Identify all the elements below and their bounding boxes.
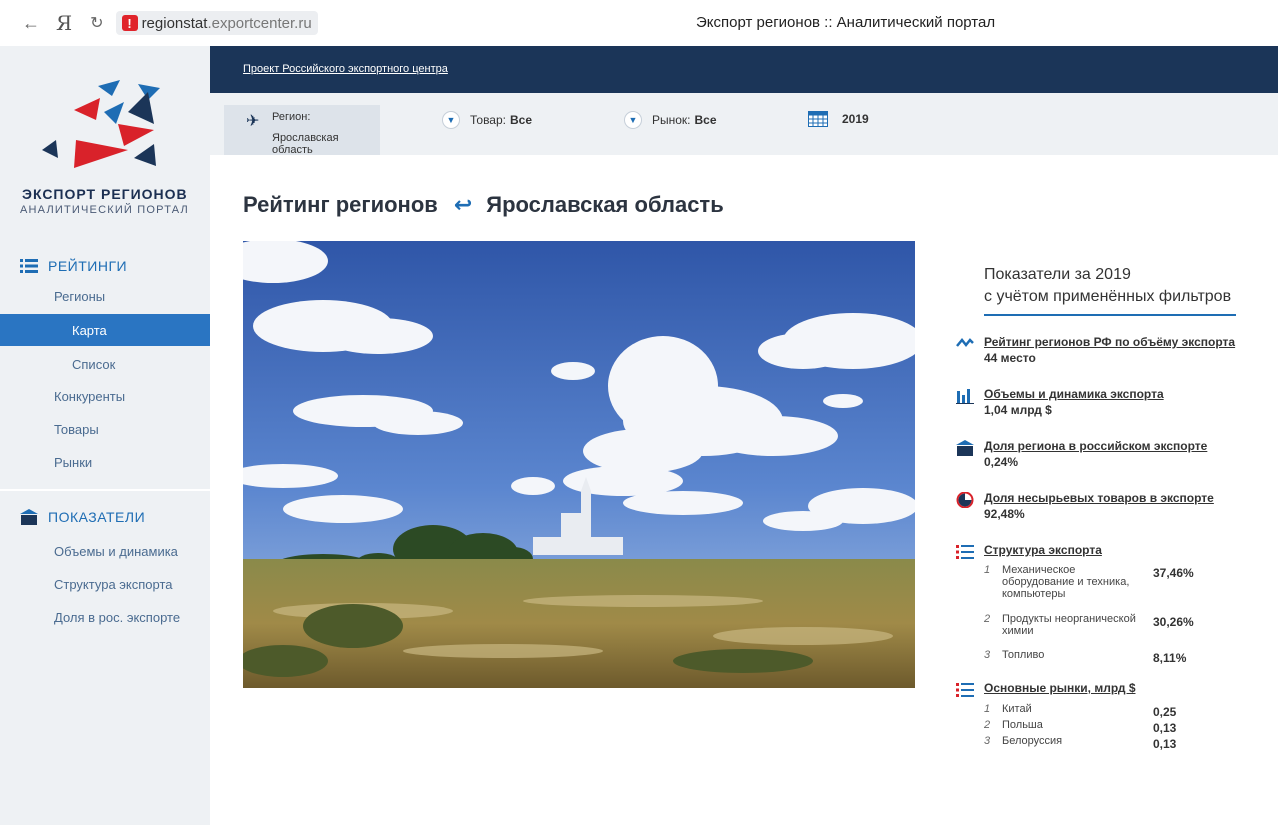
product-filter[interactable]: ▼ Товар: Все (442, 111, 532, 129)
list-item-number: 1 (984, 703, 991, 715)
indicator-share: Доля региона в российском экспорте 0,24% (956, 439, 1274, 469)
nonraw-value: 92,48% (984, 507, 1025, 521)
nonraw-link[interactable]: Доля несырьевых товаров в экспорте (984, 491, 1274, 505)
market-value: Все (694, 113, 717, 127)
sidebar-divider (0, 489, 210, 491)
volume-link[interactable]: Объемы и динамика экспорта (984, 387, 1274, 401)
region-photo (243, 241, 915, 688)
sidebar-item-markets[interactable]: Рынки (0, 446, 210, 478)
year-filter[interactable]: 2019 (808, 111, 869, 127)
bar-chart-icon (956, 389, 974, 404)
return-arrow-icon[interactable]: ↩ (454, 192, 472, 218)
list-icon (956, 545, 974, 559)
sidebar-item-products[interactable]: Товары (0, 413, 210, 445)
indicator-volume: Объемы и динамика экспорта 1,04 млрд $ (956, 387, 1274, 417)
list-icon (20, 259, 38, 273)
list-item-value: 0,25 (1153, 705, 1177, 719)
chevron-down-icon: ▼ (624, 111, 642, 129)
pie-chart-icon (956, 492, 974, 508)
list-item-name: Польша (1002, 719, 1043, 731)
list-item-number: 2 (984, 613, 991, 625)
volume-value: 1,04 млрд $ (984, 403, 1052, 417)
rating-value: 44 место (984, 351, 1036, 365)
list-item-name: Продукты неорганической химии (1002, 613, 1136, 637)
indicator-nonraw: Доля несырьевых товаров в экспорте 92,48… (956, 491, 1274, 521)
list-item-number: 3 (984, 735, 991, 747)
list-item-name: Китай (1002, 703, 1032, 715)
indicators-section-header[interactable]: ПОКАЗАТЕЛИ (20, 509, 145, 525)
url-rest: .exportcenter.ru (207, 14, 312, 32)
region-value: Ярославская область (272, 132, 339, 156)
share-value: 0,24% (984, 455, 1019, 469)
portal-logo[interactable] (28, 66, 188, 181)
sidebar-item-volumes[interactable]: Объемы и динамика (0, 535, 210, 567)
indicator-structure: Структура экспорта (956, 543, 1274, 559)
warning-icon: ! (121, 15, 138, 31)
list-item-name: Механическое оборудование и техника, ком… (1002, 564, 1130, 600)
list-item-value: 0,13 (1153, 737, 1177, 751)
product-value: Все (510, 113, 533, 127)
list-item-number: 1 (984, 564, 991, 576)
indicator-rating: Рейтинг регионов РФ по объёму экспорта 4… (956, 335, 1274, 365)
brand-subtitle: АНАЛИТИЧЕСКИЙ ПОРТАЛ (20, 204, 189, 216)
sidebar-item-list[interactable]: Список (0, 348, 210, 380)
chart-bar-house-icon (20, 509, 38, 525)
url-host: regionstat (141, 14, 208, 32)
list-item-value: 8,11% (1153, 651, 1187, 665)
sidebar-item-competitors[interactable]: Конкуренты (0, 380, 210, 412)
project-topbar: Проект Российского экспортного центра (210, 46, 1278, 93)
filter-bar: ✈ Регион: Ярославская область ▼ Товар: В… (210, 93, 1278, 156)
region-filter[interactable]: ✈ Регион: Ярославская область (224, 105, 380, 156)
markets-link[interactable]: Основные рынки, млрд $ (984, 681, 1274, 695)
browser-bar: ← Я ↻ ! regionstat .exportcenter.ru (0, 0, 1278, 46)
indicators-title-line2: с учётом применённых фильтров (984, 288, 1232, 305)
sidebar-item-map[interactable]: Карта (0, 314, 210, 346)
project-link[interactable]: Проект Российского экспортного центра (243, 63, 448, 75)
market-label: Рынок: (652, 113, 691, 127)
product-label: Товар: (470, 113, 506, 127)
ratings-header-label: РЕЙТИНГИ (48, 258, 128, 274)
yandex-logo[interactable]: Я (56, 11, 72, 35)
plane-icon: ✈ (246, 113, 260, 130)
ratings-section-header[interactable]: РЕЙТИНГИ (20, 258, 127, 274)
indicators-title: Показатели за 2019 с учётом применённых … (984, 264, 1231, 308)
trend-line-icon (956, 338, 974, 348)
structure-link[interactable]: Структура экспорта (984, 543, 1274, 557)
sidebar-item-regions[interactable]: Регионы (0, 280, 210, 312)
heading-region: Ярославская область (486, 192, 724, 217)
list-item-value: 30,26% (1153, 615, 1194, 629)
sidebar-item-structure[interactable]: Структура экспорта (0, 568, 210, 600)
list-item-name: Топливо (1002, 649, 1045, 661)
list-item-value: 0,13 (1153, 721, 1177, 735)
year-value: 2019 (842, 112, 869, 126)
list-icon (956, 683, 974, 697)
sidebar: ЭКСПОРТ РЕГИОНОВ АНАЛИТИЧЕСКИЙ ПОРТАЛ РЕ… (0, 46, 210, 825)
list-item-number: 2 (984, 719, 991, 731)
sidebar-item-share[interactable]: Доля в рос. экспорте (0, 601, 210, 633)
indicators-divider (984, 314, 1236, 316)
share-link[interactable]: Доля региона в российском экспорте (984, 439, 1274, 453)
calendar-icon (808, 111, 828, 127)
indicators-title-line1: Показатели за 2019 (984, 266, 1131, 283)
indicator-markets: Основные рынки, млрд $ (956, 681, 1274, 697)
list-item-number: 3 (984, 649, 991, 661)
rating-link[interactable]: Рейтинг регионов РФ по объёму экспорта (984, 335, 1274, 349)
back-arrow-icon[interactable]: ← (22, 13, 44, 34)
reload-icon[interactable]: ↻ (90, 13, 103, 33)
house-chart-icon (956, 440, 974, 456)
main-heading: Рейтинг регионов ↩ Ярославская область (243, 192, 724, 218)
indicators-header-label: ПОКАЗАТЕЛИ (48, 509, 146, 525)
heading-title: Рейтинг регионов (243, 192, 438, 217)
list-item-value: 37,46% (1153, 566, 1194, 580)
address-bar[interactable]: ! regionstat .exportcenter.ru (115, 11, 318, 35)
list-item-name: Белоруссия (1002, 735, 1063, 747)
region-label: Регион: (272, 111, 311, 123)
chevron-down-icon: ▼ (442, 111, 460, 129)
page-title: Экспорт регионов :: Аналитический портал (696, 14, 996, 31)
market-filter[interactable]: ▼ Рынок: Все (624, 111, 717, 129)
brand-title: ЭКСПОРТ РЕГИОНОВ (22, 186, 188, 202)
